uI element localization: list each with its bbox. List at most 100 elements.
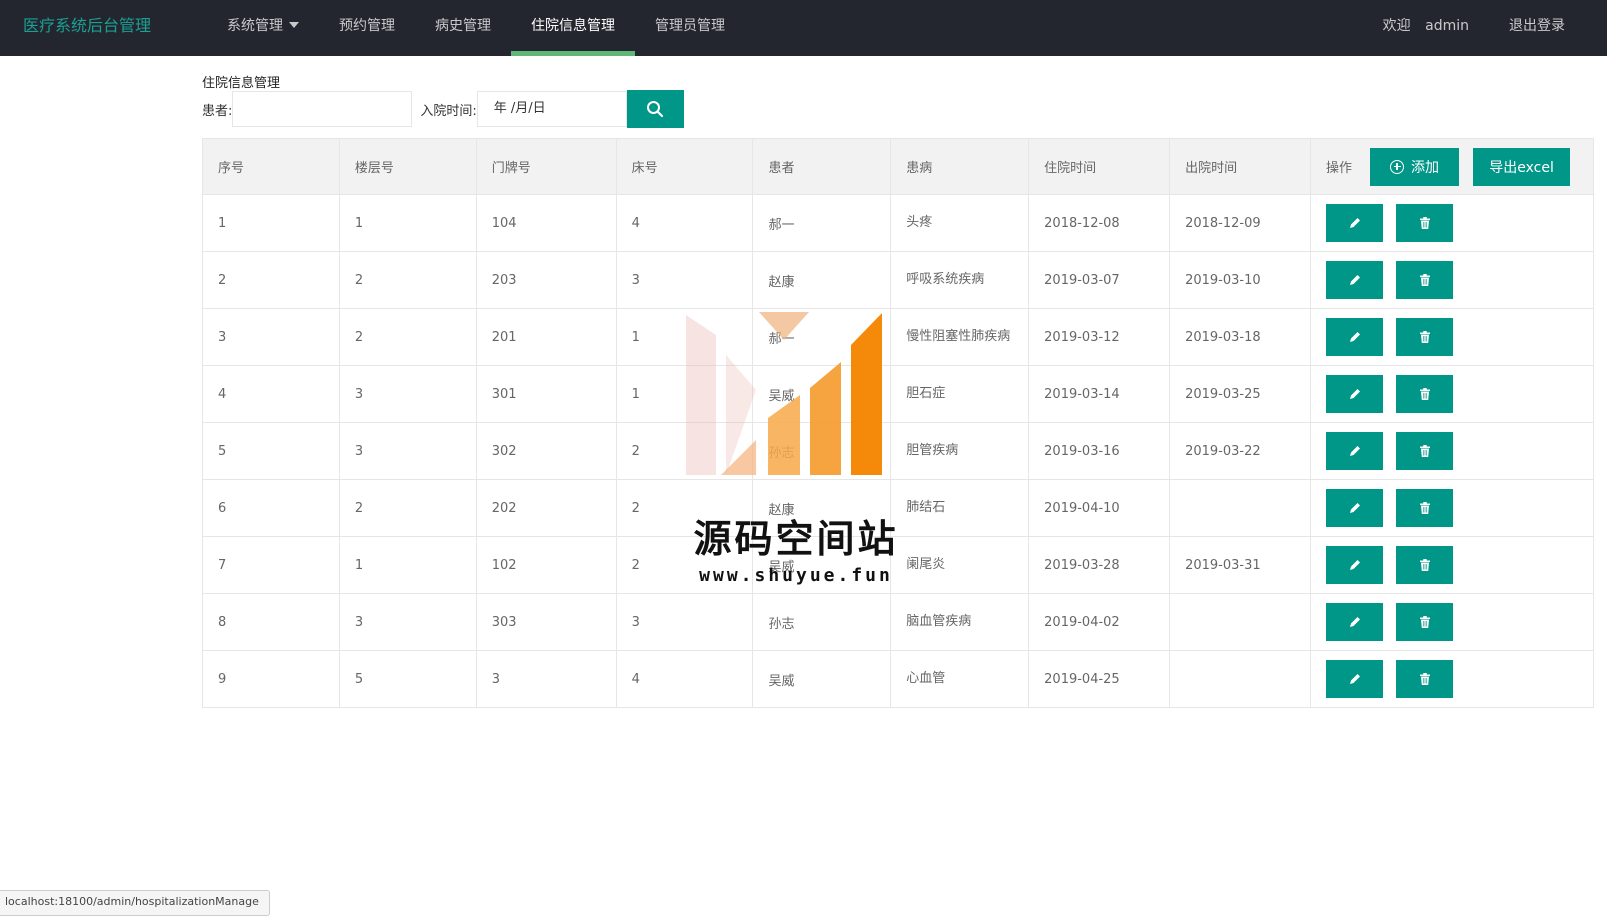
trash-icon xyxy=(1419,502,1430,514)
cell-id: 9 xyxy=(202,650,340,708)
search-icon xyxy=(647,101,664,118)
cell-room: 301 xyxy=(475,365,617,423)
col-header-patient: 患者 xyxy=(752,138,892,195)
app-brand[interactable]: 医疗系统后台管理 xyxy=(23,0,151,56)
cell-discharge: 2019-03-22 xyxy=(1169,422,1312,480)
edit-button[interactable] xyxy=(1326,432,1384,470)
pencil-icon xyxy=(1349,275,1360,285)
nav-item-system[interactable]: 系统管理 xyxy=(207,0,319,56)
cell-room: 102 xyxy=(475,536,617,594)
cell-admit: 2019-03-07 xyxy=(1028,251,1171,309)
cell-room: 303 xyxy=(475,593,617,651)
cell-discharge xyxy=(1169,593,1312,651)
cell-admit: 2019-04-02 xyxy=(1028,593,1171,651)
search-bar: 患者: 入院时间: 年 /月/日 xyxy=(202,90,684,128)
top-navbar: 医疗系统后台管理 系统管理 预约管理 病史管理 住院信息管理 管理员管理 欢迎 … xyxy=(0,0,1607,56)
col-header-admit: 住院时间 xyxy=(1028,138,1171,195)
cell-patient: 孙志 xyxy=(752,593,892,651)
edit-button[interactable] xyxy=(1326,660,1384,698)
trash-icon xyxy=(1419,331,1430,343)
cell-floor: 1 xyxy=(338,536,477,594)
table-row: 2 2 203 3 赵康 呼吸系统疾病 2019-03-07 2019-03-10 xyxy=(202,251,1594,309)
delete-button[interactable] xyxy=(1396,204,1454,242)
welcome-text: 欢迎 admin xyxy=(1371,0,1481,56)
cell-discharge xyxy=(1169,479,1312,537)
edit-button[interactable] xyxy=(1326,318,1384,356)
cell-admit: 2019-04-10 xyxy=(1028,479,1171,537)
col-header-actions: 操作 添加 导出excel xyxy=(1310,138,1594,195)
cell-discharge: 2019-03-25 xyxy=(1169,365,1312,423)
nav-item-history[interactable]: 病史管理 xyxy=(415,0,511,56)
cell-disease: 心血管 xyxy=(890,650,1030,708)
cell-room: 202 xyxy=(475,479,617,537)
pencil-icon xyxy=(1349,560,1360,570)
pencil-icon xyxy=(1349,218,1360,228)
admit-date-label: 入院时间: xyxy=(420,103,477,119)
trash-icon xyxy=(1419,388,1430,400)
cell-patient: 赵康 xyxy=(752,251,892,309)
cell-floor: 1 xyxy=(338,194,477,252)
delete-button[interactable] xyxy=(1396,660,1454,698)
nav-item-hospitalization[interactable]: 住院信息管理 xyxy=(511,0,635,56)
col-header-floor: 楼层号 xyxy=(338,138,477,195)
edit-button[interactable] xyxy=(1326,375,1384,413)
trash-icon xyxy=(1419,274,1430,286)
cell-bed: 4 xyxy=(615,650,754,708)
cell-room: 203 xyxy=(475,251,617,309)
search-button[interactable] xyxy=(626,90,684,128)
add-button[interactable]: 添加 xyxy=(1370,147,1460,186)
cell-discharge: 2019-03-10 xyxy=(1169,251,1312,309)
edit-button[interactable] xyxy=(1326,546,1384,584)
user-name[interactable]: admin xyxy=(1425,18,1469,34)
export-excel-button[interactable]: 导出excel xyxy=(1473,147,1571,186)
cell-floor: 2 xyxy=(338,308,477,366)
col-header-discharge: 出院时间 xyxy=(1169,138,1312,195)
cell-bed: 4 xyxy=(615,194,754,252)
delete-button[interactable] xyxy=(1396,432,1454,470)
delete-button[interactable] xyxy=(1396,375,1454,413)
cell-id: 7 xyxy=(202,536,340,594)
cell-id: 3 xyxy=(202,308,340,366)
cell-id: 6 xyxy=(202,479,340,537)
delete-button[interactable] xyxy=(1396,318,1454,356)
cell-floor: 3 xyxy=(338,365,477,423)
cell-actions xyxy=(1310,251,1594,309)
pencil-icon xyxy=(1349,617,1360,627)
delete-button[interactable] xyxy=(1396,546,1454,584)
cell-discharge: 2019-03-18 xyxy=(1169,308,1312,366)
nav-item-appointment[interactable]: 预约管理 xyxy=(319,0,415,56)
watermark-url: www.shuyue.fun xyxy=(699,565,893,586)
admit-date-input[interactable]: 年 /月/日 xyxy=(476,91,627,127)
edit-button[interactable] xyxy=(1326,204,1384,242)
edit-button[interactable] xyxy=(1326,261,1384,299)
cell-admit: 2019-03-12 xyxy=(1028,308,1171,366)
patient-search-input[interactable] xyxy=(232,91,413,127)
table-header-row: 序号 楼层号 门牌号 床号 患者 患病 住院时间 出院时间 操作 添加 导出ex… xyxy=(202,138,1594,195)
cell-id: 1 xyxy=(202,194,340,252)
status-bar-url: localhost:18100/admin/hospitalizationMan… xyxy=(0,890,270,916)
delete-button[interactable] xyxy=(1396,489,1454,527)
user-area: 欢迎 admin 退出登录 xyxy=(1371,0,1577,56)
cell-id: 5 xyxy=(202,422,340,480)
cell-actions xyxy=(1310,593,1594,651)
cell-bed: 3 xyxy=(615,593,754,651)
col-header-bed: 床号 xyxy=(615,138,754,195)
delete-button[interactable] xyxy=(1396,603,1454,641)
logout-link[interactable]: 退出登录 xyxy=(1481,0,1577,56)
pencil-icon xyxy=(1349,674,1360,684)
cell-discharge: 2019-03-31 xyxy=(1169,536,1312,594)
nav-item-admin[interactable]: 管理员管理 xyxy=(635,0,745,56)
cell-floor: 5 xyxy=(338,650,477,708)
plus-circle-icon xyxy=(1390,159,1405,174)
delete-button[interactable] xyxy=(1396,261,1454,299)
pencil-icon xyxy=(1349,446,1360,456)
edit-button[interactable] xyxy=(1326,489,1384,527)
trash-icon xyxy=(1419,445,1430,457)
cell-admit: 2018-12-08 xyxy=(1028,194,1171,252)
cell-admit: 2019-03-16 xyxy=(1028,422,1171,480)
trash-icon xyxy=(1419,559,1430,571)
actions-label: 操作 xyxy=(1326,161,1353,176)
cell-actions xyxy=(1310,194,1594,252)
cell-actions xyxy=(1310,365,1594,423)
edit-button[interactable] xyxy=(1326,603,1384,641)
